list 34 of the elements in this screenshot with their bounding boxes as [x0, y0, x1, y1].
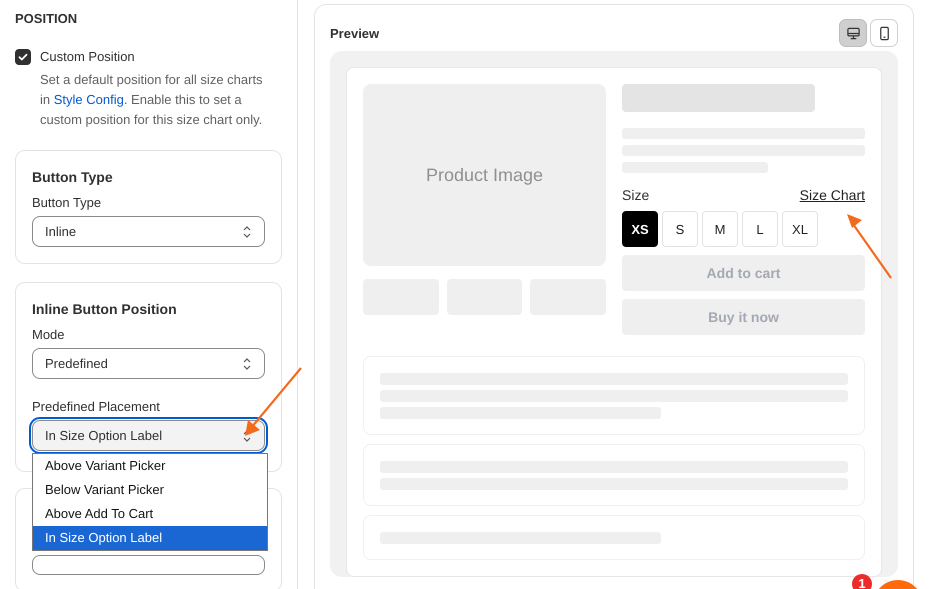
chevron-icon — [242, 428, 252, 442]
dropdown-option[interactable]: Above Variant Picker — [33, 454, 267, 478]
size-option[interactable]: XL — [782, 211, 818, 247]
dropdown-option[interactable]: In Size Option Label — [33, 526, 267, 550]
chevron-icon — [242, 224, 252, 238]
style-config-link[interactable]: Style Config — [54, 92, 124, 107]
size-option[interactable]: M — [702, 211, 738, 247]
card-title: Inline Button Position — [32, 301, 178, 317]
card-title: Button Type — [32, 169, 114, 185]
chevron-icon — [242, 356, 252, 370]
monitor-icon — [846, 26, 860, 40]
size-option[interactable]: L — [742, 211, 778, 247]
help-text: Set a default position for all size charts in Style Config. Enable this to set a custom position for this size chart only. — [40, 71, 264, 129]
notification-badge: 1 — [852, 574, 872, 589]
desktop-view-button[interactable] — [839, 19, 867, 47]
field-label: Predefined Placement — [32, 399, 161, 414]
dropdown-option[interactable]: Below Variant Picker — [33, 478, 267, 502]
dropdown-option[interactable]: Above Add To Cart — [33, 502, 267, 526]
size-chart-link[interactable]: Size Chart — [800, 187, 865, 203]
select-field[interactable]: In Size Option Label — [32, 420, 265, 451]
size-label: Size — [622, 187, 650, 203]
mobile-view-button[interactable] — [870, 19, 898, 47]
field-label: Button Type — [32, 195, 102, 210]
select-field[interactable]: Predefined — [32, 348, 265, 379]
section-title: POSITION — [15, 11, 78, 26]
panel-title: Preview — [330, 26, 380, 40]
size-option[interactable]: S — [662, 211, 698, 247]
size-option[interactable]: XS — [622, 211, 658, 247]
select-field[interactable] — [32, 555, 265, 575]
image-label: Product Image — [426, 164, 544, 186]
checkbox[interactable] — [15, 49, 31, 65]
select-field[interactable]: Inline — [32, 216, 265, 247]
checkbox-label: Custom Position — [40, 48, 136, 66]
field-label: Mode — [32, 327, 66, 342]
